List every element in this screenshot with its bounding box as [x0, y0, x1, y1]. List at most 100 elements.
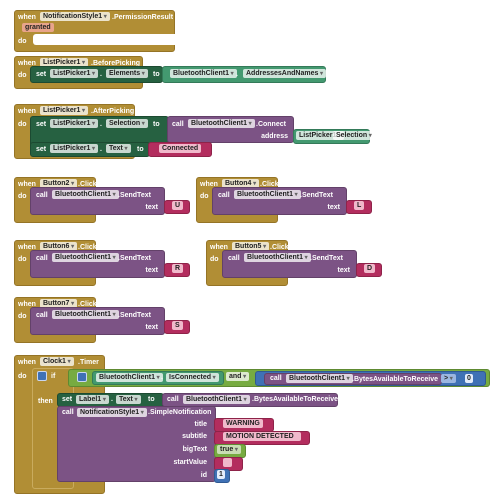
text-value[interactable]: L — [354, 201, 365, 210]
event-name: .PermissionResult — [112, 14, 174, 21]
property-dropdown[interactable]: IsConnected — [166, 373, 219, 382]
when-label: when — [18, 108, 36, 115]
component-dropdown[interactable]: BluetoothClient1 — [183, 395, 250, 404]
component-dropdown[interactable]: BluetoothClient1 — [188, 119, 255, 128]
arg-label: text — [145, 267, 158, 274]
do-label: do — [18, 373, 27, 380]
property-dropdown[interactable]: Text — [116, 395, 141, 404]
component-dropdown[interactable]: BluetoothClient1 — [52, 253, 119, 262]
and-operator-dropdown[interactable]: and — [226, 372, 250, 381]
call-label: call — [36, 312, 48, 319]
component-dropdown[interactable]: NotificationStyle1 — [40, 12, 110, 21]
do-label: do — [18, 313, 27, 320]
arg-id-label: id — [200, 472, 207, 479]
call-label: call — [270, 375, 282, 382]
property-dropdown[interactable]: Text — [106, 144, 131, 153]
call-label: call — [228, 255, 240, 262]
when-label: when — [18, 359, 36, 366]
do-label: do — [210, 256, 219, 263]
component-dropdown[interactable]: ListPicker1 — [50, 144, 99, 153]
arg-title-label: title — [194, 421, 207, 428]
method-name: .BytesAvailableToReceive — [252, 396, 338, 403]
component-dropdown[interactable]: BluetoothClient1 — [286, 374, 353, 383]
id-value[interactable]: 1 — [217, 470, 225, 479]
arg-label: text — [327, 204, 340, 211]
set-label: set — [36, 71, 47, 78]
arg-label: address — [261, 133, 288, 140]
event-name: .AfterPicking — [91, 108, 135, 115]
property-dropdown[interactable]: Selection — [333, 131, 375, 140]
component-dropdown[interactable]: Label1 — [76, 395, 109, 404]
method-name: .SendText — [300, 192, 333, 199]
do-label: do — [18, 256, 27, 263]
do-label: do — [18, 193, 27, 200]
startvalue-value[interactable] — [223, 458, 232, 467]
to-label: to — [148, 396, 155, 403]
to-label: to — [153, 71, 160, 78]
call-label: call — [218, 192, 230, 199]
method-name: .SendText — [310, 255, 343, 262]
method-name: .SendText — [118, 255, 151, 262]
to-label: to — [153, 121, 160, 128]
dot: . — [161, 374, 163, 381]
when-label: when — [18, 14, 36, 21]
arg-label: text — [145, 204, 158, 211]
subtitle-value[interactable]: MOTION DETECTED — [223, 432, 301, 441]
arg-label: text — [337, 267, 350, 274]
text-value[interactable]: D — [364, 264, 376, 273]
component-dropdown[interactable]: NotificationStyle1 — [77, 408, 147, 417]
arg-subtitle-label: subtitle — [182, 433, 207, 440]
bigtext-value-dropdown[interactable]: true — [217, 445, 241, 454]
compare-operator-dropdown[interactable]: > — [441, 374, 456, 383]
then-label: then — [38, 398, 53, 405]
dot: . — [100, 146, 102, 153]
call-label: call — [172, 121, 184, 128]
dot: . — [100, 71, 102, 78]
dot: . — [100, 121, 102, 128]
component-dropdown[interactable]: BluetoothClient1 — [52, 190, 119, 199]
arg-label: text — [145, 324, 158, 331]
property-dropdown[interactable]: AddressesAndNames — [243, 69, 327, 78]
arg-startvalue-label: startValue — [173, 459, 207, 466]
gear-icon[interactable] — [77, 372, 87, 382]
call-label: call — [167, 396, 179, 403]
text-value[interactable]: U — [172, 201, 184, 210]
set-label: set — [62, 396, 73, 403]
component-dropdown[interactable]: ListPicker1 — [50, 69, 99, 78]
set-label: set — [36, 146, 47, 153]
empty-do-slot — [33, 34, 175, 45]
call-label: call — [62, 409, 74, 416]
call-label: call — [36, 255, 48, 262]
text-value[interactable]: R — [172, 264, 184, 273]
param-granted[interactable]: granted — [22, 23, 54, 32]
component-dropdown[interactable]: BluetoothClient1 — [52, 310, 119, 319]
text-value[interactable]: Connected — [159, 144, 202, 153]
component-dropdown[interactable]: ListPicker1 — [40, 106, 89, 115]
property-dropdown[interactable]: Selection — [106, 119, 148, 128]
gear-icon[interactable] — [37, 371, 47, 381]
title-value[interactable]: WARNING — [223, 419, 263, 428]
arg-bigtext-label: bigText — [182, 446, 207, 453]
component-dropdown[interactable]: BluetoothClient1 — [96, 373, 163, 382]
method-name: .SendText — [118, 192, 151, 199]
do-label: do — [18, 121, 27, 128]
component-dropdown[interactable]: BluetoothClient1 — [244, 253, 311, 262]
component-dropdown[interactable]: ListPicker1 — [50, 119, 99, 128]
property-dropdown[interactable]: Elements — [106, 69, 148, 78]
method-name: .BytesAvailableToReceive — [352, 376, 438, 383]
call-label: call — [36, 192, 48, 199]
do-label: do — [200, 193, 209, 200]
component-dropdown[interactable]: BluetoothClient1 — [170, 69, 237, 78]
do-label: do — [18, 38, 27, 45]
text-value[interactable]: S — [172, 321, 183, 330]
set-label: set — [36, 121, 47, 128]
dot: . — [111, 396, 113, 403]
do-label: do — [18, 72, 27, 79]
method-name: .SendText — [118, 312, 151, 319]
event-name: .Timer — [78, 359, 99, 366]
method-name: .Connect — [256, 121, 286, 128]
component-dropdown[interactable]: BluetoothClient1 — [234, 190, 301, 199]
dot: . — [236, 71, 238, 78]
component-dropdown[interactable]: Clock1 — [40, 357, 74, 366]
number-value[interactable]: 0 — [465, 374, 473, 383]
